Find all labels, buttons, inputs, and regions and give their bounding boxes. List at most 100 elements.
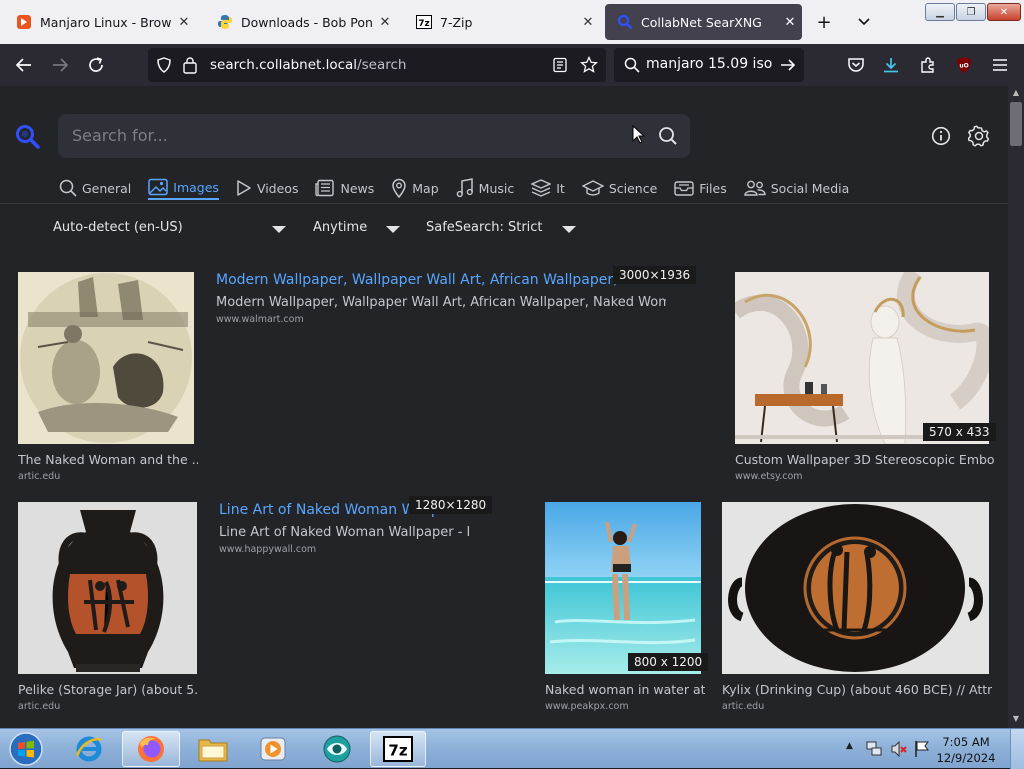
- pocket-icon[interactable]: [842, 51, 870, 79]
- volume-muted-icon[interactable]: [890, 740, 908, 762]
- scroll-up-icon[interactable]: ▲: [1011, 88, 1021, 97]
- taskbar-app[interactable]: [310, 731, 364, 767]
- result-image[interactable]: [18, 272, 194, 444]
- taskbar-internet-explorer[interactable]: [62, 731, 116, 767]
- result-caption[interactable]: Naked woman in water at...: [545, 682, 705, 697]
- taskbar-file-explorer[interactable]: [186, 731, 240, 767]
- network-icon[interactable]: [865, 740, 883, 762]
- scroll-down-icon[interactable]: ▼: [1011, 714, 1021, 723]
- ublock-origin-icon[interactable]: uO: [950, 51, 978, 79]
- search-icon: [624, 57, 640, 77]
- tab-map[interactable]: Map: [391, 176, 439, 200]
- people-icon: [744, 180, 766, 196]
- address-bar[interactable]: search.collabnet.local/search: [148, 48, 606, 82]
- category-label: General: [82, 180, 132, 196]
- firefox-icon: [138, 736, 164, 762]
- list-all-tabs-chevron-down-icon[interactable]: [850, 8, 878, 36]
- close-tab-icon[interactable]: ✕: [576, 15, 600, 30]
- start-button[interactable]: [0, 731, 52, 767]
- taskbar-firefox[interactable]: [122, 731, 180, 767]
- show-desktop-button[interactable]: [1010, 729, 1024, 769]
- search-submit-icon[interactable]: [658, 126, 678, 150]
- category-label: Map: [412, 180, 439, 196]
- map-pin-icon: [392, 178, 407, 198]
- hamburger-menu-icon[interactable]: [986, 51, 1014, 79]
- tab-it[interactable]: It: [531, 176, 565, 200]
- tab-general[interactable]: General: [59, 176, 131, 200]
- lock-icon[interactable]: [182, 56, 198, 78]
- reader-view-icon[interactable]: [552, 57, 568, 77]
- extensions-puzzle-icon[interactable]: [914, 51, 942, 79]
- time-range-select[interactable]: Anytime: [313, 220, 367, 235]
- tab-searxng[interactable]: CollabNet SearXNG ✕: [605, 4, 802, 40]
- chevron-down-icon[interactable]: [562, 226, 576, 233]
- result-image[interactable]: [722, 502, 989, 674]
- language-select[interactable]: Auto-detect (en-US): [53, 220, 183, 235]
- tab-social-media[interactable]: Social Media: [744, 176, 849, 200]
- result-caption[interactable]: Pelike (Storage Jar) (about 5...: [18, 682, 198, 697]
- close-tab-icon[interactable]: ✕: [778, 15, 802, 30]
- scrollbar-thumb[interactable]: [1010, 102, 1022, 146]
- manjaro-favicon-icon: [16, 14, 32, 30]
- result-title-link[interactable]: Line Art of Naked Woman Wallpaper: [219, 502, 439, 518]
- image-dimensions-badge: 800 x 1200: [628, 653, 709, 671]
- result-source: www.peakpx.com: [545, 701, 629, 712]
- play-icon: [237, 180, 251, 196]
- tab-7zip[interactable]: 7z 7-Zip ✕: [404, 4, 600, 40]
- forward-arrow-icon[interactable]: [46, 51, 74, 79]
- bookmark-star-icon[interactable]: [580, 55, 598, 78]
- search-query-text[interactable]: manjaro 15.09 iso: [646, 56, 772, 72]
- image-dimensions-badge: 1280×1280: [409, 496, 493, 514]
- settings-gear-icon[interactable]: [967, 124, 991, 148]
- result-caption[interactable]: The Naked Woman and the ...: [18, 452, 198, 467]
- searxng-logo-icon[interactable]: [14, 123, 42, 155]
- minimize-button[interactable]: ▁: [925, 3, 955, 21]
- downloads-icon[interactable]: [877, 51, 905, 79]
- chevron-down-icon[interactable]: [272, 226, 286, 233]
- clock-time: 7:05 AM: [942, 735, 990, 749]
- result-image[interactable]: [18, 502, 197, 674]
- tab-bar: Manjaro Linux - Browse /kd ✕ Downloads -…: [0, 0, 1024, 44]
- tab-files[interactable]: Files: [674, 176, 727, 200]
- tab-manjaro[interactable]: Manjaro Linux - Browse /kd ✕: [4, 4, 196, 40]
- result-image[interactable]: [735, 272, 989, 444]
- info-icon[interactable]: [929, 124, 953, 148]
- searxng-favicon-icon: [617, 14, 633, 30]
- show-hidden-icons-chevron-up-icon[interactable]: ▲: [846, 741, 853, 751]
- taskbar-media-player[interactable]: [246, 731, 300, 767]
- page-scrollbar[interactable]: ▲ ▼: [1008, 86, 1024, 728]
- action-center-flag-icon[interactable]: [914, 740, 930, 762]
- result-caption[interactable]: Kylix (Drinking Cup) (about 460 BCE) // …: [722, 682, 992, 697]
- search-input[interactable]: Search for...: [58, 114, 690, 158]
- close-window-button[interactable]: ✕: [987, 3, 1021, 21]
- tab-videos[interactable]: Videos: [236, 176, 298, 200]
- tab-images[interactable]: Images: [148, 176, 219, 200]
- back-arrow-icon[interactable]: [10, 51, 38, 79]
- taskbar-7zip[interactable]: 7z: [370, 731, 426, 767]
- reload-icon[interactable]: [82, 51, 110, 79]
- music-note-icon: [456, 178, 473, 198]
- close-tab-icon[interactable]: ✕: [172, 15, 196, 30]
- tab-news[interactable]: News: [315, 176, 374, 200]
- result-caption[interactable]: Custom Wallpaper 3D Stereoscopic Embo...: [735, 452, 995, 467]
- result-source: artic.edu: [18, 701, 61, 712]
- system-clock[interactable]: 7:05 AM 12/9/2024: [936, 734, 996, 766]
- result-source: artic.edu: [18, 471, 61, 482]
- result-image[interactable]: [545, 502, 701, 674]
- shield-icon[interactable]: [156, 57, 172, 77]
- chevron-down-icon[interactable]: [386, 226, 400, 233]
- category-tabs: General Images Videos News Map Music It: [59, 176, 866, 202]
- svg-text:uO: uO: [959, 63, 968, 70]
- svg-text:7z: 7z: [388, 742, 407, 760]
- maximize-button[interactable]: ❐: [956, 3, 986, 21]
- close-tab-icon[interactable]: ✕: [373, 15, 397, 30]
- safesearch-select[interactable]: SafeSearch: Strict: [426, 220, 543, 235]
- url-text[interactable]: search.collabnet.local/search: [210, 57, 406, 73]
- new-tab-button[interactable]: +: [810, 8, 838, 36]
- search-go-arrow-icon[interactable]: [780, 57, 796, 77]
- browser-search-bar[interactable]: manjaro 15.09 iso: [614, 48, 804, 82]
- tab-downloads[interactable]: Downloads - Bob Pony ✕: [205, 4, 397, 40]
- tab-music[interactable]: Music: [456, 176, 514, 200]
- navigation-toolbar: search.collabnet.local/search manjaro 15…: [0, 44, 1024, 86]
- tab-science[interactable]: Science: [581, 176, 657, 200]
